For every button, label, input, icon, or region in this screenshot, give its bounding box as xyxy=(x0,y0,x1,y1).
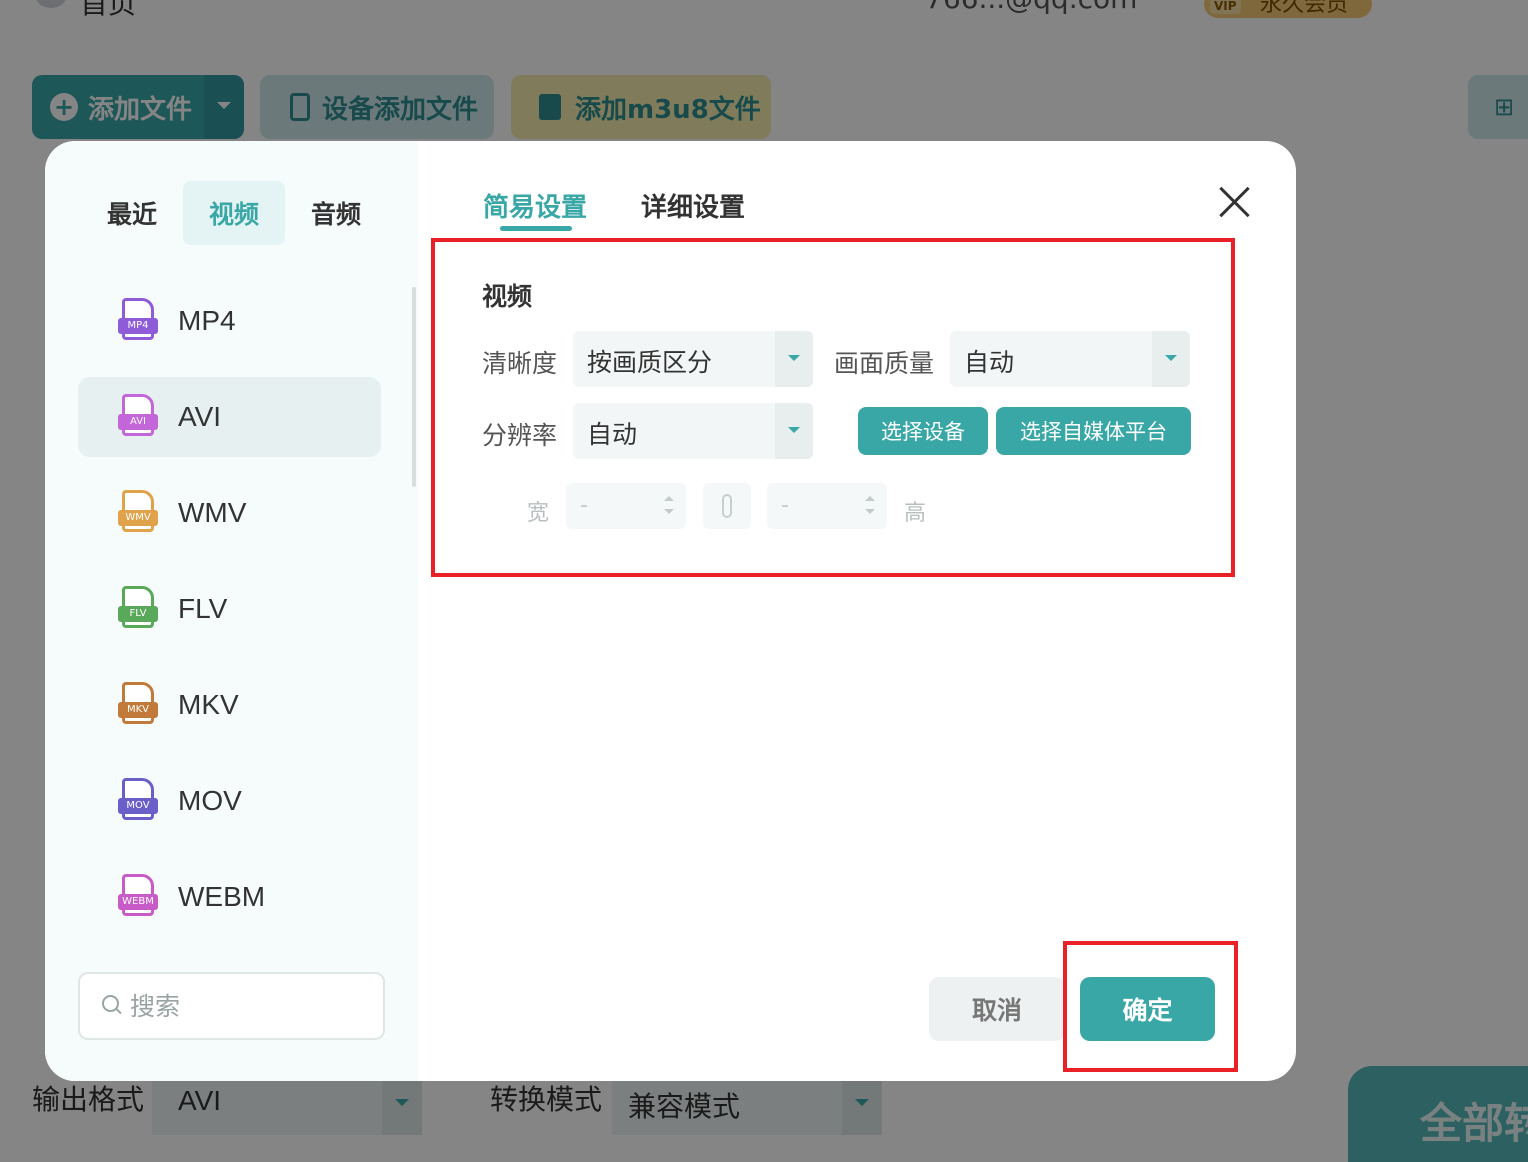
search-input[interactable] xyxy=(130,991,350,1021)
settings-highlight-box xyxy=(431,238,1235,577)
format-list-scrollbar[interactable] xyxy=(412,287,416,487)
format-badge: FLV xyxy=(118,606,158,622)
format-label: MKV xyxy=(178,689,239,720)
format-badge: WMV xyxy=(118,510,158,526)
format-label: FLV xyxy=(178,593,228,624)
file-avi-icon: AVI xyxy=(118,394,158,440)
format-badge: MKV xyxy=(118,702,158,718)
format-label: AVI xyxy=(178,401,222,432)
file-mp4-icon: MP4 xyxy=(118,298,158,344)
tab-video[interactable]: 视频 xyxy=(183,181,285,245)
tab-simple-settings[interactable]: 简易设置 xyxy=(483,187,587,224)
cancel-button[interactable]: 取消 xyxy=(929,977,1065,1041)
format-item-flv[interactable]: FLV FLV xyxy=(78,569,381,649)
format-label: MOV xyxy=(178,785,242,816)
confirm-highlight-box xyxy=(1063,941,1238,1072)
category-tabs: 最近 视频 音频 xyxy=(81,181,387,245)
file-flv-icon: FLV xyxy=(118,586,158,632)
format-badge: AVI xyxy=(118,414,158,430)
format-label: WEBM xyxy=(178,881,266,912)
active-tab-indicator xyxy=(500,226,572,231)
format-list: MP4 MP4 AVI AVI WMV WMV FLV FLV MKV MKV MOV MOV WEBM… xyxy=(78,281,381,953)
format-label: WMV xyxy=(178,497,247,528)
file-wmv-icon: WMV xyxy=(118,490,158,536)
format-badge: MP4 xyxy=(118,318,158,334)
search-icon xyxy=(102,995,124,1017)
file-webm-icon: WEBM xyxy=(118,874,158,920)
file-mov-icon: MOV xyxy=(118,778,158,824)
format-search[interactable] xyxy=(78,972,385,1040)
format-sidebar: 最近 视频 音频 MP4 MP4 AVI AVI WMV WMV FLV FLV MKV MKV M… xyxy=(45,141,418,1081)
tab-detailed-settings[interactable]: 详细设置 xyxy=(641,187,745,224)
format-badge: WEBM xyxy=(118,894,158,910)
format-item-webm[interactable]: WEBM WEBM xyxy=(78,857,381,937)
format-badge: MOV xyxy=(118,798,158,814)
close-icon[interactable] xyxy=(1218,185,1252,219)
format-item-avi[interactable]: AVI AVI xyxy=(78,377,381,457)
format-item-wmv[interactable]: WMV WMV xyxy=(78,473,381,553)
format-item-mkv[interactable]: MKV MKV xyxy=(78,665,381,745)
format-label: MP4 xyxy=(178,305,236,336)
format-item-mov[interactable]: MOV MOV xyxy=(78,761,381,841)
file-mkv-icon: MKV xyxy=(118,682,158,728)
tab-recent[interactable]: 最近 xyxy=(81,181,183,245)
format-item-mp4[interactable]: MP4 MP4 xyxy=(78,281,381,361)
format-dialog: 最近 视频 音频 MP4 MP4 AVI AVI WMV WMV FLV FLV MKV MKV M… xyxy=(45,141,1296,1081)
tab-audio[interactable]: 音频 xyxy=(285,181,387,245)
